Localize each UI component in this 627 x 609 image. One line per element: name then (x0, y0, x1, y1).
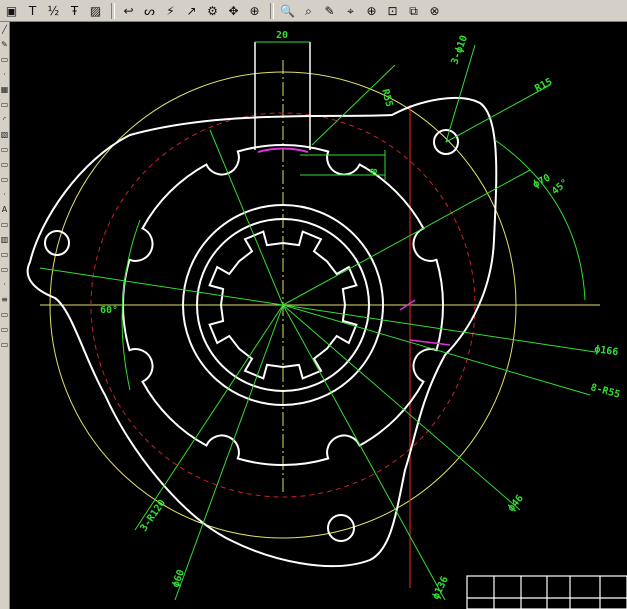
rect-icon[interactable]: ▭ (0, 340, 9, 349)
title-block (466, 575, 627, 609)
gear-icon[interactable]: ⚙ (203, 2, 222, 20)
dim-line-phi70 (282, 169, 531, 306)
dim-text-60: 60° (100, 305, 118, 316)
zoom-fit-icon[interactable]: ⊡ (383, 2, 402, 20)
rect-icon[interactable]: ▭ (0, 325, 9, 334)
rect-icon[interactable]: ▭ (0, 175, 9, 184)
hatch-icon[interactable]: ▧ (0, 130, 9, 139)
dim-arc-45 (494, 139, 586, 301)
dim-text-phi60: ϕ60 (170, 568, 187, 589)
dim-line-r55 (311, 64, 396, 146)
rect-icon[interactable]: ▭ (0, 220, 9, 229)
text-edit-icon[interactable]: Ŧ (65, 2, 84, 20)
rect-icon[interactable]: ▭ (0, 310, 9, 319)
zoom-realtime-icon[interactable]: ⊗ (425, 2, 444, 20)
dim-text-45: 45° (550, 177, 571, 197)
text-icon[interactable]: A (0, 205, 9, 214)
rect-icon[interactable]: ▭ (0, 55, 9, 64)
dim-line-r55-slots (282, 304, 591, 396)
arrow-icon[interactable]: ↗ (182, 2, 201, 20)
dim-text-20: 20 (276, 30, 288, 41)
toolbar-separator (270, 2, 274, 19)
arc-icon[interactable]: ↩ (119, 2, 138, 20)
block-icon[interactable]: ▥ (0, 235, 9, 244)
select-window-icon[interactable]: ▣ (2, 2, 21, 20)
dim-line-upper-left (209, 129, 284, 306)
dim-line-phi136 (282, 304, 446, 601)
pencil-icon[interactable]: ✎ (0, 40, 9, 49)
grid-icon[interactable]: ▦ (0, 85, 9, 94)
dot-icon[interactable]: · (0, 280, 9, 289)
rect-icon[interactable]: ▭ (0, 160, 9, 169)
line-icon[interactable]: ╱ (0, 25, 9, 34)
pan-icon[interactable]: ✥ (224, 2, 243, 20)
text-icon[interactable]: T (23, 2, 42, 20)
dot-icon[interactable]: · (0, 190, 9, 199)
brush-icon[interactable]: ⌖ (341, 2, 360, 20)
dim-text-r15: R15 (533, 76, 554, 94)
dim-text-depth: 8 (367, 168, 378, 174)
rect-icon[interactable]: ▭ (0, 250, 9, 259)
image-icon[interactable]: ▨ (86, 2, 105, 20)
dim-line-r120 (134, 304, 284, 531)
dim-text-r120: 3-R120 (138, 498, 168, 534)
top-toolbar: ▣ T ½ Ŧ ▨ ↩ ᔕ ⚡ ↗ ⚙ ✥ ⊕ 🔍 ⌕ ✎ ⌖ ⊕ ⊡ ⧉ ⊗ (0, 0, 627, 22)
drawing-canvas[interactable]: 20 R55 3-ϕ10 R15 ϕ70 45° 60° ϕ166 8-R55 … (10, 22, 627, 609)
rect-icon[interactable]: ▭ (0, 145, 9, 154)
measure-icon[interactable]: ⌕ (299, 2, 318, 20)
wave-icon[interactable]: ᔕ (140, 2, 159, 20)
dim-line-r15 (445, 84, 551, 143)
left-toolbar: ╱ ✎ ▭ · ▦ ▭ ◜ ▧ ▭ ▭ ▭ · A ▭ ▥ ▭ ▭ · ≡ ▭ ▭ ▭ (0, 22, 10, 609)
dim-text-r55-slots: 8-R55 (589, 382, 621, 400)
dim-line-left (39, 267, 284, 306)
zoom-prev-icon[interactable]: ⧉ (404, 2, 423, 20)
layers-icon[interactable]: ≡ (0, 295, 9, 304)
zoom-in-icon[interactable]: ⊕ (362, 2, 381, 20)
numbering-icon[interactable]: ½ (44, 2, 63, 20)
centerlines (40, 60, 600, 539)
dim-text-phi166: ϕ166 (594, 344, 619, 358)
dim-text-holes: 3-ϕ10 (449, 34, 470, 66)
pencil-icon[interactable]: ✎ (320, 2, 339, 20)
toolbar-separator (111, 2, 115, 19)
arc-icon[interactable]: ◜ (0, 115, 9, 124)
bolt-hole-left (44, 230, 70, 256)
zoom-window-icon[interactable]: 🔍 (278, 2, 297, 20)
rect-icon[interactable]: ▭ (0, 265, 9, 274)
dot-icon[interactable]: · (0, 70, 9, 79)
rect-icon[interactable]: ▭ (0, 100, 9, 109)
polyline-icon[interactable]: ⚡ (161, 2, 180, 20)
dim-text-phi46: ϕ46 (506, 493, 526, 514)
crosshair-icon[interactable]: ⊕ (245, 2, 264, 20)
outer-contour (26, 96, 498, 568)
dim-text-r55: R55 (379, 88, 394, 108)
